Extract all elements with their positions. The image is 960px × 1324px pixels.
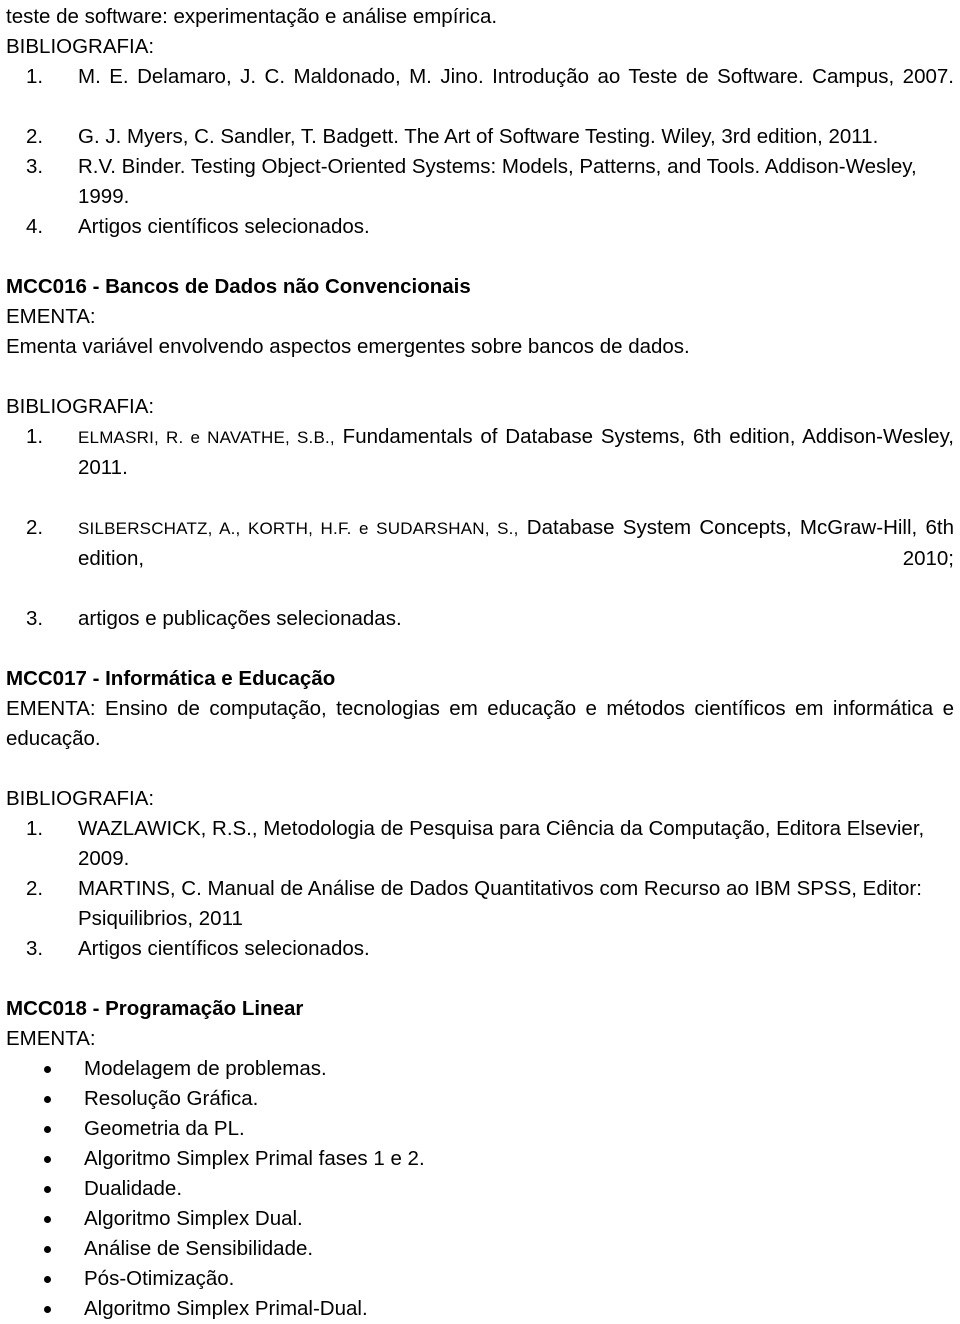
list-item: 2. G. J. Myers, C. Sandler, T. Badgett. … <box>6 122 954 152</box>
list-item: 2. SILBERSCHATZ, A., KORTH, H.F. e SUDAR… <box>6 513 954 604</box>
list-item: 1. WAZLAWICK, R.S., Metodologia de Pesqu… <box>6 814 954 874</box>
list-marker: 4. <box>26 215 44 238</box>
list-text: Dualidade. <box>84 1177 183 1200</box>
list-item: 3. R.V. Binder. Testing Object-Oriented … <box>6 152 954 212</box>
list-text: Algoritmo Simplex Dual. <box>84 1207 303 1230</box>
list-text: Artigos científicos selecionados. <box>78 215 370 238</box>
bullet-icon <box>44 1216 51 1223</box>
list-item: Modelagem de problemas. <box>6 1054 954 1084</box>
list-item: Algoritmo Simplex Primal-Dual. <box>6 1294 954 1324</box>
bullet-icon <box>44 1306 51 1313</box>
bullet-icon <box>44 1276 51 1283</box>
list-text: artigos e publicações selecionadas. <box>78 607 402 630</box>
mcc017-ementa-text: EMENTA: Ensino de computação, tecnologia… <box>6 697 954 750</box>
mcc018-bullet-list: Modelagem de problemas. Resolução Gráfic… <box>6 1054 954 1324</box>
mcc016-bibliografia-label: BIBLIOGRAFIA: <box>6 395 155 418</box>
list-item: 4. Artigos científicos selecionados. <box>6 212 954 242</box>
list-text: WAZLAWICK, R.S., Metodologia de Pesquisa… <box>78 817 925 870</box>
intro-bibliografia-label: BIBLIOGRAFIA: <box>6 35 155 58</box>
list-item: Algoritmo Simplex Primal fases 1 e 2. <box>6 1144 954 1174</box>
list-text: Algoritmo Simplex Primal fases 1 e 2. <box>84 1147 425 1170</box>
list-text: Artigos científicos selecionados. <box>78 937 370 960</box>
bullet-icon <box>44 1096 51 1103</box>
document-content: teste de software: experimentação e anál… <box>6 2 954 1324</box>
list-text: R.V. Binder. Testing Object-Oriented Sys… <box>78 155 917 208</box>
list-marker: 2. <box>26 877 44 900</box>
section-heading-mcc016: MCC016 - Bancos de Dados não Convenciona… <box>6 275 471 298</box>
list-text: Análise de Sensibilidade. <box>84 1237 314 1260</box>
list-text: Geometria da PL. <box>84 1117 245 1140</box>
list-item: 1. ELMASRI, R. e NAVATHE, S.B., Fundamen… <box>6 422 954 513</box>
list-text: Algoritmo Simplex Primal-Dual. <box>84 1297 368 1320</box>
list-marker: 3. <box>26 155 44 178</box>
document-page: teste de software: experimentação e anál… <box>0 0 960 1320</box>
citation-authors: SILBERSCHATZ, A., KORTH, H.F. e SUDARSHA… <box>78 519 519 538</box>
list-item: Dualidade. <box>6 1174 954 1204</box>
list-marker: 1. <box>26 65 44 88</box>
bullet-icon <box>44 1126 51 1133</box>
mcc016-ementa-label: EMENTA: <box>6 305 96 328</box>
list-item: 3. Artigos científicos selecionados. <box>6 934 954 964</box>
list-text: M. E. Delamaro, J. C. Maldonado, M. Jino… <box>78 65 954 88</box>
list-text: SILBERSCHATZ, A., KORTH, H.F. e SUDARSHA… <box>78 513 954 604</box>
list-marker: 2. <box>26 516 44 539</box>
mcc016-ementa-text: Ementa variável envolvendo aspectos emer… <box>6 335 690 358</box>
list-item: Pós-Otimização. <box>6 1264 954 1294</box>
list-item: 3. artigos e publicações selecionadas. <box>6 604 954 634</box>
list-marker: 3. <box>26 607 44 630</box>
list-item: Análise de Sensibilidade. <box>6 1234 954 1264</box>
list-marker: 3. <box>26 937 44 960</box>
bullet-icon <box>44 1066 51 1073</box>
list-text: Modelagem de problemas. <box>84 1057 327 1080</box>
bullet-icon <box>44 1246 51 1253</box>
list-marker: 1. <box>26 817 44 840</box>
list-item: Geometria da PL. <box>6 1114 954 1144</box>
list-text: MARTINS, C. Manual de Análise de Dados Q… <box>78 877 922 930</box>
list-item: 1. M. E. Delamaro, J. C. Maldonado, M. J… <box>6 62 954 122</box>
list-text: G. J. Myers, C. Sandler, T. Badgett. The… <box>78 125 879 148</box>
list-item: Algoritmo Simplex Dual. <box>6 1204 954 1234</box>
list-item: 2. MARTINS, C. Manual de Análise de Dado… <box>6 874 954 934</box>
bullet-icon <box>44 1186 51 1193</box>
list-text: ELMASRI, R. e NAVATHE, S.B., Fundamental… <box>78 422 954 513</box>
mcc017-bibliografia-label: BIBLIOGRAFIA: <box>6 787 155 810</box>
list-marker: 2. <box>26 125 44 148</box>
continuation-line: teste de software: experimentação e anál… <box>6 5 498 28</box>
intro-bibliography-list: 1. M. E. Delamaro, J. C. Maldonado, M. J… <box>6 62 954 242</box>
citation-authors: ELMASRI, R. e NAVATHE, S.B., <box>78 428 335 447</box>
mcc017-bibliography-list: 1. WAZLAWICK, R.S., Metodologia de Pesqu… <box>6 814 954 964</box>
section-heading-mcc018: MCC018 - Programação Linear <box>6 997 304 1020</box>
section-heading-mcc017: MCC017 - Informática e Educação <box>6 667 336 690</box>
mcc016-bibliography-list: 1. ELMASRI, R. e NAVATHE, S.B., Fundamen… <box>6 422 954 634</box>
list-item: Resolução Gráfica. <box>6 1084 954 1114</box>
mcc018-ementa-label: EMENTA: <box>6 1027 96 1050</box>
bullet-icon <box>44 1156 51 1163</box>
list-text: Pós-Otimização. <box>84 1267 235 1290</box>
list-text: Resolução Gráfica. <box>84 1087 259 1110</box>
list-marker: 1. <box>26 425 44 448</box>
